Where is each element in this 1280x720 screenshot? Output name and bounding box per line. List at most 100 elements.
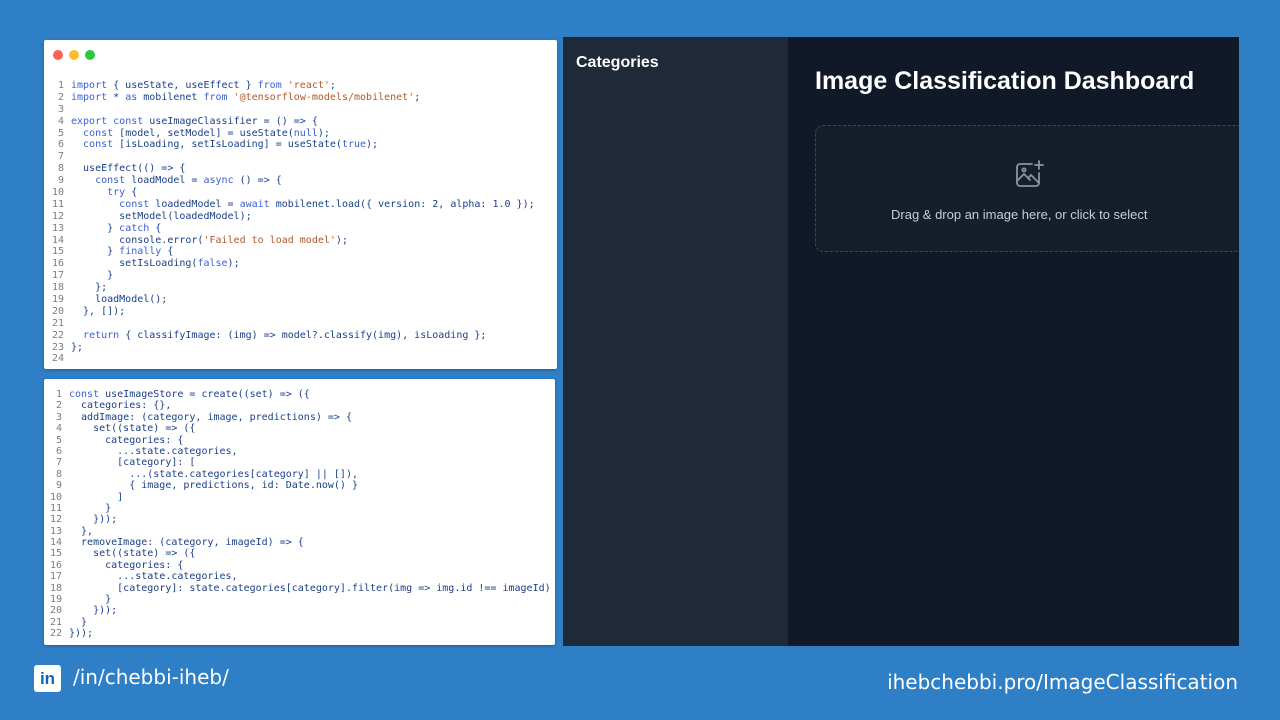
code-text: } finally { [71, 246, 174, 258]
code-line: 20 }, []); [44, 306, 557, 318]
code-line: 11 } [44, 503, 555, 514]
line-number: 16 [49, 559, 62, 571]
code-text: ] [69, 491, 124, 503]
line-number: 6 [55, 445, 62, 457]
code-text: ...state.categories, [69, 445, 238, 457]
code-line: 17 } [44, 270, 557, 282]
code-text: const [model, setModel] = useState(null)… [83, 127, 330, 139]
line-number: 22 [49, 628, 62, 640]
code-text: export const useImageClassifier = () => … [71, 115, 318, 127]
line-number: 13 [51, 222, 64, 234]
code-line: 2 categories: {}, [44, 400, 555, 411]
code-text: const loadModel = async () => { [95, 175, 282, 187]
code-line: 5 categories: { [44, 435, 555, 446]
line-number: 21 [51, 317, 64, 329]
app-preview-window: Categories Image Classification Dashboar… [563, 37, 1239, 646]
line-number: 5 [55, 434, 62, 446]
dropzone-instructions: Drag & drop an image here, or click to s… [891, 207, 1148, 222]
code-editor-panel-bottom: 1 const useImageStore = create((set) => (… [44, 379, 555, 645]
line-number: 3 [57, 103, 64, 115]
line-number: 3 [55, 411, 62, 423]
code-text: }, []); [71, 305, 126, 317]
line-number: 7 [57, 151, 64, 163]
code-editor-panel-top: 1 import { useState, useEffect } from 're… [44, 40, 557, 369]
code-line: 10 try { [44, 187, 557, 199]
code-line: 13 } catch { [44, 223, 557, 235]
code-line: 14 removeImage: (category, imageId) => { [44, 537, 555, 548]
line-number: 21 [49, 616, 62, 628]
line-number: 23 [51, 341, 64, 353]
code-line: 3 [44, 104, 557, 116]
code-line: 16 categories: { [44, 560, 555, 571]
line-number: 15 [49, 548, 62, 560]
window-controls [53, 50, 95, 60]
minimize-dot[interactable] [69, 50, 79, 60]
line-number: 14 [49, 537, 62, 549]
code-block-bottom: 1 const useImageStore = create((set) => (… [44, 389, 555, 640]
code-line: 15 set((state) => ({ [44, 548, 555, 559]
code-text: loadModel(); [71, 294, 168, 306]
line-number: 20 [51, 305, 64, 317]
code-line: 15 } finally { [44, 246, 557, 258]
linkedin-handle[interactable]: /in/chebbi-iheb/ [73, 665, 229, 689]
code-line: 6 ...state.categories, [44, 446, 555, 457]
line-number: 1 [57, 80, 64, 91]
code-line: 12 setModel(loadedModel); [44, 211, 557, 223]
code-text: }; [71, 282, 108, 294]
code-line: 21 [44, 318, 557, 330]
code-text: categories: {}, [69, 400, 172, 412]
image-dropzone[interactable]: Drag & drop an image here, or click to s… [815, 125, 1239, 252]
code-line: 19 loadModel(); [44, 294, 557, 306]
line-number: 6 [57, 139, 64, 151]
line-number: 8 [57, 163, 64, 175]
code-text: useEffect(() => { [71, 163, 186, 175]
close-dot[interactable] [53, 50, 63, 60]
code-line: 3 addImage: (category, image, prediction… [44, 412, 555, 423]
code-text: const [isLoading, setIsLoading] = useSta… [83, 139, 379, 151]
website-link[interactable]: ihebchebbi.pro/ImageClassification [887, 670, 1238, 694]
code-text: categories: { [69, 559, 184, 571]
code-line: 19 } [44, 594, 555, 605]
code-text: [category]: [ [69, 457, 196, 469]
linkedin-icon[interactable]: in [34, 665, 61, 692]
code-text: } [69, 594, 112, 606]
line-number: 1 [55, 389, 62, 400]
code-line: 14 console.error('Failed to load model')… [44, 235, 557, 247]
code-text: addImage: (category, image, predictions)… [69, 411, 352, 423]
line-number: 11 [49, 502, 62, 514]
code-text: }; [71, 341, 84, 353]
code-text: const useImageStore = create((set) => ({ [69, 389, 310, 400]
line-number: 22 [51, 329, 64, 341]
line-number: 12 [51, 210, 64, 222]
code-text: { image, predictions, id: Date.now() } [69, 480, 358, 492]
code-line: 8 ...(state.categories[category] || []), [44, 469, 555, 480]
code-text: }, [69, 525, 94, 537]
line-number: 18 [49, 582, 62, 594]
code-line: 7 [category]: [ [44, 457, 555, 468]
code-line: 5 const [model, setModel] = useState(nul… [44, 128, 557, 140]
line-number: 19 [51, 294, 64, 306]
line-number: 19 [49, 594, 62, 606]
line-number: 15 [51, 246, 64, 258]
line-number: 13 [49, 525, 62, 537]
code-line: 13 }, [44, 526, 555, 537]
code-line: 18 }; [44, 282, 557, 294]
code-block-top: 1 import { useState, useEffect } from 're… [44, 80, 557, 365]
code-text: console.error('Failed to load model'); [71, 234, 348, 246]
line-number: 2 [57, 91, 64, 103]
code-text: ...(state.categories[category] || []), [69, 468, 358, 480]
code-line: 9 { image, predictions, id: Date.now() } [44, 480, 555, 491]
sidebar: Categories [563, 37, 788, 646]
code-line: 22})); [44, 628, 555, 639]
code-line: 1 import { useState, useEffect } from 're… [44, 80, 557, 92]
line-number: 4 [55, 423, 62, 435]
line-number: 18 [51, 282, 64, 294]
maximize-dot[interactable] [85, 50, 95, 60]
code-text: const loadedModel = await mobilenet.load… [119, 198, 535, 210]
code-line: 1 const useImageStore = create((set) => (… [44, 389, 555, 400]
code-text: try { [107, 187, 138, 199]
code-line: 2 import * as mobilenet from '@tensorflow… [44, 92, 557, 104]
line-number: 10 [51, 187, 64, 199]
line-number: 5 [57, 127, 64, 139]
code-line: 17 ...state.categories, [44, 571, 555, 582]
